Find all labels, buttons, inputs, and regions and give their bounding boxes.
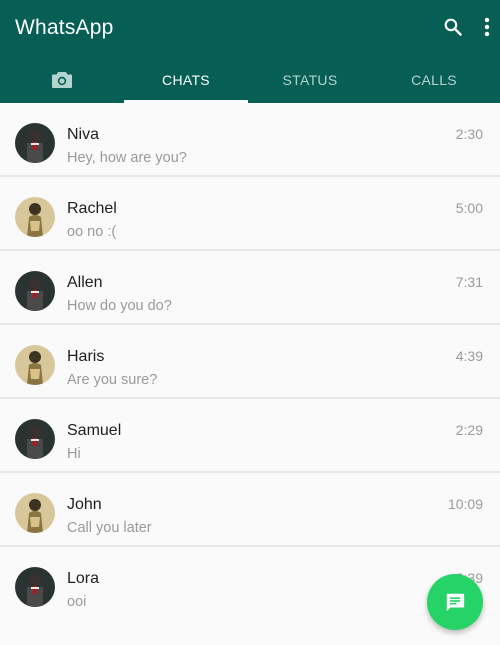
avatar-gold-icon [15, 493, 55, 533]
chat-time: 7:31 [455, 274, 483, 290]
avatar-dark-icon [15, 567, 55, 607]
new-chat-button[interactable] [427, 574, 483, 630]
avatar-dark-icon [15, 419, 55, 459]
app-header: WhatsApp CHATS STATUS CALLS [0, 0, 500, 103]
chat-time: 5:00 [455, 200, 483, 216]
chat-time: 4:39 [455, 348, 483, 364]
app-title: WhatsApp [15, 16, 114, 39]
avatar [15, 271, 55, 311]
avatar [15, 419, 55, 459]
avatar-gold-icon [15, 345, 55, 385]
chat-name: John [67, 496, 102, 513]
chat-item-allen[interactable]: Allen How do you do? 7:31 [0, 251, 500, 325]
avatar-dark-icon [15, 123, 55, 163]
avatar [15, 493, 55, 533]
chat-last-message: Call you later [67, 520, 152, 536]
chat-last-message: ooi [67, 594, 87, 610]
tab-camera[interactable] [0, 56, 124, 103]
chat-item-lora[interactable]: Lora ooi 2:39 [0, 547, 500, 621]
new-chat-icon [446, 593, 465, 612]
avatar [15, 567, 55, 607]
chat-item-niva[interactable]: Niva Hey, how are you? 2:30 [0, 103, 500, 177]
chat-last-message: oo no :( [67, 224, 117, 240]
search-icon [444, 18, 462, 36]
chat-time: 2:29 [455, 422, 483, 438]
tab-calls[interactable]: CALLS [372, 56, 496, 103]
more-options-button[interactable] [475, 14, 499, 40]
avatar-gold-icon [15, 197, 55, 237]
chat-name: Lora [67, 570, 100, 587]
chat-time: 10:09 [447, 496, 483, 512]
chat-item-haris[interactable]: Haris Are you sure? 4:39 [0, 325, 500, 399]
avatar [15, 197, 55, 237]
tab-chats[interactable]: CHATS [124, 56, 248, 103]
chat-name: Allen [67, 274, 103, 291]
more-vert-icon [484, 17, 490, 37]
chat-list: Niva Hey, how are you? 2:30 Rachel oo no… [0, 103, 500, 645]
chat-last-message: Hey, how are you? [67, 150, 187, 166]
chat-last-message: How do you do? [67, 298, 172, 314]
chat-item-samuel[interactable]: Samuel Hi 2:29 [0, 399, 500, 473]
tab-status[interactable]: STATUS [248, 56, 372, 103]
chat-item-rachel[interactable]: Rachel oo no :( 5:00 [0, 177, 500, 251]
camera-icon [52, 71, 72, 88]
chat-last-message: Hi [67, 446, 81, 462]
avatar-dark-icon [15, 271, 55, 311]
chat-name: Samuel [67, 422, 122, 439]
chat-last-message: Are you sure? [67, 372, 158, 388]
chat-item-john[interactable]: John Call you later 10:09 [0, 473, 500, 547]
avatar [15, 123, 55, 163]
chat-name: Rachel [67, 200, 117, 217]
chat-time: 2:30 [455, 126, 483, 142]
chat-name: Niva [67, 126, 100, 143]
avatar [15, 345, 55, 385]
search-button[interactable] [441, 14, 465, 40]
chat-name: Haris [67, 348, 105, 365]
app-window: WhatsApp CHATS STATUS CALLS Niva Hey, ho… [0, 0, 500, 645]
tab-bar: CHATS STATUS CALLS [0, 56, 500, 103]
